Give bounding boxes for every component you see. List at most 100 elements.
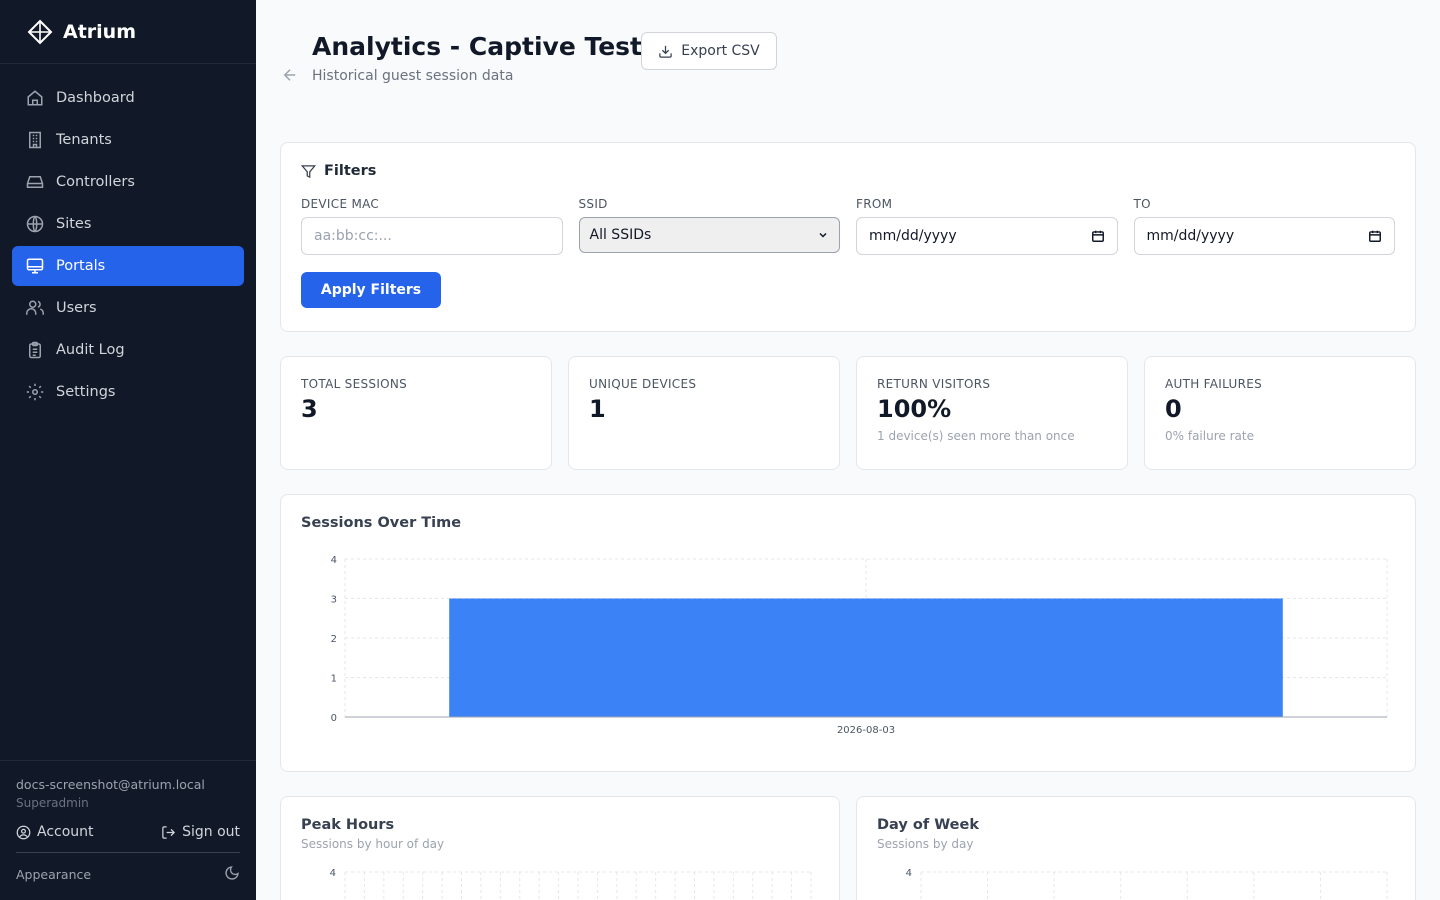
stat-label: UNIQUE DEVICES [589, 377, 697, 391]
download-icon [659, 45, 672, 58]
sidebar-item-users[interactable]: Users [12, 288, 244, 328]
stat-label: AUTH FAILURES [1165, 377, 1263, 391]
ssid-value: All SSIDs [589, 227, 652, 243]
hard-drive-icon [26, 173, 44, 191]
y-tick-label: 4 [331, 555, 337, 566]
moon-icon[interactable] [224, 865, 240, 884]
sidebar-item-audit-log[interactable]: Audit Log [12, 330, 244, 370]
atrium-logo-icon [26, 18, 54, 46]
stat-value: 1 [589, 395, 606, 423]
y-tick-label: 0 [331, 713, 337, 724]
sessions-over-time-chart: 0 1 2 3 4 2026-08-03 [331, 555, 1388, 736]
user-role: Superadmin [16, 796, 89, 810]
stat-note: 1 device(s) seen more than once [877, 429, 1075, 443]
filter-icon [301, 164, 316, 178]
stat-label: RETURN VISITORS [877, 377, 991, 391]
sidebar-item-sites[interactable]: Sites [12, 204, 244, 244]
peak-hours-card: Peak Hours Sessions by hour of day 4 [280, 796, 840, 900]
chevron-down-icon [819, 232, 827, 238]
calendar-icon[interactable] [1368, 229, 1382, 243]
peak-hours-subtitle: Sessions by hour of day [301, 837, 445, 851]
appearance-label: Appearance [16, 867, 92, 882]
from-date-input[interactable]: mm/dd/yyyy [856, 217, 1118, 255]
sidebar-item-controllers[interactable]: Controllers [12, 162, 244, 202]
sidebar-item-tenants[interactable]: Tenants [12, 120, 244, 160]
building-icon [26, 131, 44, 149]
peak-hours-chart: 4 [330, 868, 812, 900]
sidebar-item-label: Portals [56, 258, 106, 274]
device-mac-placeholder: aa:bb:cc:... [314, 228, 392, 244]
sidebar-item-portals[interactable]: Portals [12, 246, 244, 286]
account-link[interactable]: Account [16, 824, 94, 840]
sidebar: Atrium Dashboard Tenants Controllers Sit… [0, 0, 256, 900]
user-email: docs-screenshot@atrium.local [16, 777, 205, 792]
stat-note: 0% failure rate [1165, 429, 1254, 443]
app-name: Atrium [63, 20, 136, 43]
filters-title: Filters [324, 163, 377, 179]
stat-label: TOTAL SESSIONS [301, 377, 408, 391]
log-out-icon [162, 825, 176, 839]
users-icon [26, 299, 44, 317]
export-csv-button[interactable]: Export CSV [641, 32, 777, 70]
user-circle-icon [16, 825, 31, 839]
sidebar-item-label: Audit Log [56, 342, 125, 358]
sidebar-item-label: Tenants [56, 132, 112, 148]
to-label: TO [1133, 197, 1151, 211]
back-arrow-icon[interactable] [280, 66, 300, 84]
sidebar-item-label: Settings [56, 384, 116, 400]
export-csv-label: Export CSV [681, 43, 760, 59]
day-of-week-chart: 4 [906, 868, 1388, 900]
page-subtitle: Historical guest session data [312, 68, 514, 84]
ssid-select[interactable]: All SSIDs [578, 217, 840, 253]
day-of-week-title: Day of Week [877, 817, 979, 833]
stat-card-total-sessions: TOTAL SESSIONS 3 [280, 356, 552, 470]
y-tick-label: 1 [331, 674, 337, 685]
filters-card: Filters DEVICE MAC aa:bb:cc:... SSID All… [280, 142, 1416, 332]
stat-value: 0 [1165, 395, 1182, 423]
peak-hours-y-tick: 4 [330, 868, 336, 879]
stat-card-return-visitors: RETURN VISITORS 100% 1 device(s) seen mo… [856, 356, 1128, 470]
monitor-icon [26, 257, 44, 275]
ssid-group: SSID All SSIDs [578, 197, 840, 255]
from-label: FROM [856, 197, 893, 211]
day-of-week-card: Day of Week Sessions by day 4 [856, 796, 1416, 900]
day-of-week-y-tick: 4 [906, 868, 912, 879]
gear-icon [26, 383, 44, 401]
sidebar-item-settings[interactable]: Settings [12, 372, 244, 412]
sidebar-item-label: Sites [56, 216, 92, 232]
device-mac-group: DEVICE MAC aa:bb:cc:... [301, 197, 563, 255]
peak-hours-title: Peak Hours [301, 817, 395, 833]
apply-filters-button[interactable]: Apply Filters [301, 272, 441, 308]
stat-card-auth-failures: AUTH FAILURES 0 0% failure rate [1144, 356, 1416, 470]
sign-out-button[interactable]: Sign out [161, 824, 240, 840]
to-group: TO mm/dd/yyyy [1133, 197, 1395, 255]
brand[interactable]: Atrium [0, 0, 256, 64]
from-date-value: mm/dd/yyyy [869, 228, 957, 244]
sidebar-nav: Dashboard Tenants Controllers Sites Port… [0, 64, 256, 428]
account-label: Account [37, 824, 94, 840]
home-icon [26, 89, 44, 107]
day-of-week-subtitle: Sessions by day [877, 837, 974, 851]
stat-card-unique-devices: UNIQUE DEVICES 1 [568, 356, 840, 470]
globe-icon [26, 215, 44, 233]
sidebar-item-label: Users [56, 300, 97, 316]
sidebar-item-label: Controllers [56, 174, 135, 190]
calendar-icon[interactable] [1091, 229, 1105, 243]
sidebar-item-dashboard[interactable]: Dashboard [12, 78, 244, 118]
from-group: FROM mm/dd/yyyy [856, 197, 1118, 255]
bar [449, 598, 1283, 717]
main-content: Analytics - Captive Test Historical gues… [256, 0, 1440, 900]
sidebar-item-label: Dashboard [56, 90, 135, 106]
stat-value: 3 [301, 395, 318, 423]
clipboard-icon [26, 341, 44, 359]
chart-title: Sessions Over Time [301, 515, 462, 531]
to-date-value: mm/dd/yyyy [1146, 228, 1235, 244]
device-mac-input[interactable]: aa:bb:cc:... [301, 217, 563, 255]
to-date-input[interactable]: mm/dd/yyyy [1133, 217, 1395, 255]
sidebar-footer: docs-screenshot@atrium.local Superadmin … [0, 760, 256, 900]
y-tick-label: 2 [331, 634, 337, 645]
x-tick-label: 2026-08-03 [837, 725, 895, 736]
sign-out-label: Sign out [182, 824, 240, 840]
sessions-over-time-card: Sessions Over Time 0 1 2 3 4 2026-08-03 [280, 494, 1416, 772]
device-mac-label: DEVICE MAC [301, 197, 380, 211]
